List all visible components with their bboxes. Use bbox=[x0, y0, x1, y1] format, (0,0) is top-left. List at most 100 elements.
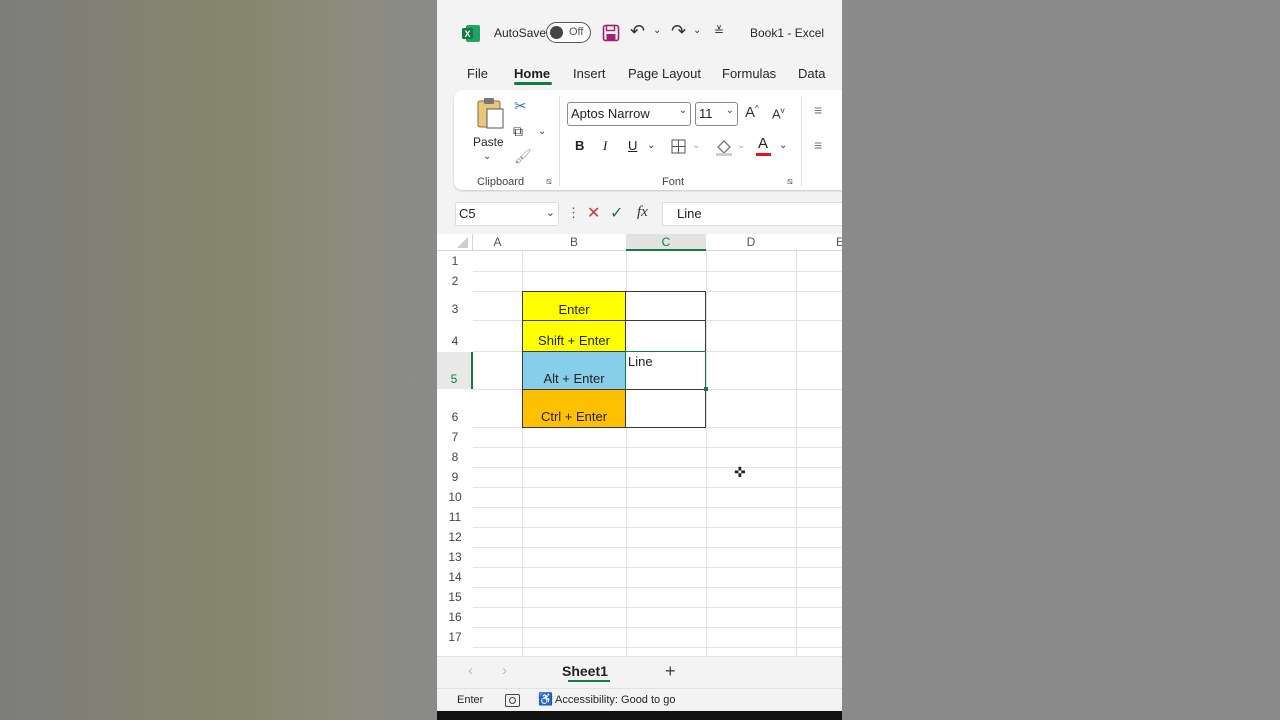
more-icon[interactable]: ⋮ bbox=[567, 205, 580, 221]
row-header-15[interactable]: 15 bbox=[437, 590, 473, 604]
select-all-corner[interactable] bbox=[437, 234, 473, 251]
row-header-17[interactable]: 17 bbox=[437, 630, 473, 644]
row-header-2[interactable]: 2 bbox=[437, 274, 473, 288]
gridline bbox=[473, 587, 842, 588]
column-header-c[interactable]: C bbox=[626, 234, 706, 251]
cursor-crosshair-icon: ✜ bbox=[734, 464, 746, 480]
font-group-label: Font bbox=[662, 176, 685, 188]
borders-icon[interactable] bbox=[671, 139, 686, 154]
bold-button[interactable]: B bbox=[575, 138, 584, 153]
row-header-4[interactable]: 4 bbox=[437, 334, 473, 348]
row-header-1[interactable]: 1 bbox=[437, 254, 473, 268]
gridline bbox=[473, 487, 842, 488]
spreadsheet-grid[interactable]: A B C D E 1 2 3 4 5 6 7 8 9 10 11 12 13 … bbox=[437, 234, 842, 656]
save-icon[interactable] bbox=[602, 24, 620, 42]
macro-recording-icon[interactable] bbox=[505, 694, 520, 707]
format-painter-icon[interactable]: 🖌 bbox=[514, 148, 532, 165]
row-header-11[interactable]: 11 bbox=[437, 510, 473, 524]
undo-icon[interactable]: ↶ bbox=[630, 21, 645, 42]
column-header-d[interactable]: D bbox=[706, 234, 796, 251]
font-size-dropdown[interactable]: 11 ⌄ bbox=[695, 102, 738, 126]
tab-page-layout[interactable]: Page Layout bbox=[628, 66, 701, 81]
font-launcher-icon[interactable]: ⧅ bbox=[787, 176, 793, 187]
row-header-5[interactable]: 5 bbox=[437, 352, 473, 389]
decrease-font-size-icon[interactable]: Av bbox=[772, 106, 785, 121]
row-header-16[interactable]: 16 bbox=[437, 610, 473, 624]
row-header-8[interactable]: 8 bbox=[437, 450, 473, 464]
row-header-13[interactable]: 13 bbox=[437, 550, 473, 564]
column-header-b[interactable]: B bbox=[522, 234, 626, 251]
next-sheet-icon[interactable]: › bbox=[502, 662, 507, 679]
tab-formulas[interactable]: Formulas bbox=[722, 66, 776, 81]
copy-icon[interactable]: ⧉ bbox=[513, 123, 523, 140]
column-header-a[interactable]: A bbox=[473, 234, 522, 251]
cell-text: Alt + Enter bbox=[543, 371, 605, 386]
svg-text:X: X bbox=[465, 29, 471, 39]
clipboard-launcher-icon[interactable]: ⧅ bbox=[546, 176, 552, 187]
copy-dropdown-icon[interactable]: ⌄ bbox=[538, 126, 546, 137]
italic-button[interactable]: I bbox=[603, 138, 607, 154]
underline-button[interactable]: U bbox=[628, 138, 637, 153]
autosave-toggle[interactable]: Off bbox=[546, 22, 591, 43]
row-header-10[interactable]: 10 bbox=[437, 490, 473, 504]
undo-dropdown-icon[interactable]: ⌄ bbox=[653, 25, 661, 36]
font-color-icon[interactable]: A bbox=[758, 135, 768, 152]
cell-b4[interactable]: Shift + Enter bbox=[522, 320, 626, 352]
cell-c6[interactable] bbox=[625, 389, 706, 428]
cell-c5-active[interactable]: Line bbox=[625, 351, 706, 390]
excel-window: X AutoSave Off ↶ ⌄ ↷ ⌄ ≚ Book1 - Excel F… bbox=[437, 0, 842, 720]
cancel-icon[interactable]: ✕ bbox=[587, 203, 600, 223]
name-box[interactable]: C5 ⌄ bbox=[455, 202, 559, 226]
accessibility-icon[interactable]: ♿ bbox=[538, 692, 553, 706]
row-header-9[interactable]: 9 bbox=[437, 470, 473, 484]
add-sheet-button[interactable]: + bbox=[665, 661, 676, 682]
autosave-label: AutoSave bbox=[494, 26, 547, 40]
paste-icon[interactable] bbox=[475, 97, 505, 129]
row-header-6[interactable]: 6 bbox=[437, 410, 473, 424]
font-name-dropdown[interactable]: Aptos Narrow ⌄ bbox=[567, 102, 691, 126]
insert-function-icon[interactable]: fx bbox=[637, 204, 648, 221]
tab-home[interactable]: Home bbox=[514, 66, 550, 81]
prev-sheet-icon[interactable]: ‹ bbox=[468, 662, 473, 679]
status-bar: Enter ♿ Accessibility: Good to go bbox=[437, 688, 842, 711]
row-header-14[interactable]: 14 bbox=[437, 570, 473, 584]
redo-icon[interactable]: ↷ bbox=[671, 21, 686, 42]
underline-dropdown-icon[interactable]: ⌄ bbox=[647, 140, 655, 151]
customize-icon[interactable]: ≚ bbox=[714, 24, 724, 38]
enter-icon[interactable]: ✓ bbox=[610, 203, 623, 223]
cell-c3[interactable] bbox=[625, 291, 706, 321]
top-align-icon[interactable]: ≡ bbox=[814, 102, 822, 118]
chevron-down-icon: ⌄ bbox=[725, 105, 734, 116]
cell-b6[interactable]: Ctrl + Enter bbox=[522, 389, 626, 428]
formula-input[interactable]: Line bbox=[662, 202, 842, 226]
tab-insert[interactable]: Insert bbox=[573, 66, 606, 81]
font-color-dropdown-icon[interactable]: ⌄ bbox=[779, 140, 787, 151]
paste-label[interactable]: Paste bbox=[473, 135, 504, 149]
fill-color-icon[interactable] bbox=[715, 138, 733, 156]
fill-handle[interactable] bbox=[704, 387, 708, 391]
paste-dropdown-icon[interactable]: ⌄ bbox=[483, 151, 491, 162]
formula-bar: C5 ⌄ ⋮ ✕ ✓ fx Line bbox=[437, 196, 842, 234]
align-left-icon[interactable]: ≡ bbox=[814, 137, 822, 153]
font-color-swatch bbox=[756, 153, 771, 156]
row-header-7[interactable]: 7 bbox=[437, 430, 473, 444]
row-header-12[interactable]: 12 bbox=[437, 530, 473, 544]
accessibility-status[interactable]: Accessibility: Good to go bbox=[555, 694, 675, 706]
tab-file[interactable]: File bbox=[467, 66, 488, 81]
sheet-tab-sheet1[interactable]: Sheet1 bbox=[562, 663, 608, 679]
cell-b3[interactable]: Enter bbox=[522, 291, 626, 321]
cell-c4[interactable] bbox=[625, 320, 706, 352]
excel-logo-icon: X bbox=[462, 25, 480, 42]
borders-dropdown-icon[interactable]: ⌄ bbox=[692, 140, 700, 151]
fill-color-dropdown-icon[interactable]: ⌄ bbox=[737, 140, 745, 151]
gridline bbox=[473, 527, 842, 528]
increase-font-size-icon[interactable]: A^ bbox=[745, 104, 759, 121]
cell-b5[interactable]: Alt + Enter bbox=[522, 351, 626, 390]
active-sheet-indicator bbox=[568, 680, 610, 682]
cut-icon[interactable]: ✂ bbox=[514, 97, 527, 115]
redo-dropdown-icon[interactable]: ⌄ bbox=[693, 25, 701, 36]
column-header-e[interactable]: E bbox=[796, 234, 842, 251]
tab-data[interactable]: Data bbox=[798, 66, 825, 81]
gridline bbox=[473, 567, 842, 568]
row-header-3[interactable]: 3 bbox=[437, 302, 473, 316]
